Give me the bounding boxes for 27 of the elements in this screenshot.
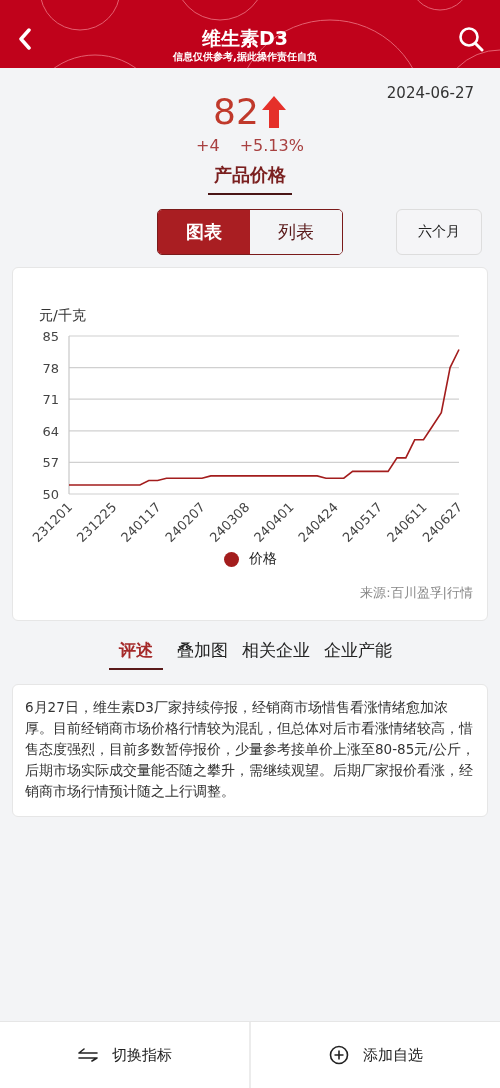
tab[interactable]: 企业产能 [323, 639, 392, 670]
y-tick-label: 71 [42, 392, 59, 408]
period-button[interactable]: 六个月 [396, 209, 482, 255]
change-value: +4 [196, 136, 220, 155]
disclaimer-text: 信息仅供参考,据此操作责任自负 [173, 50, 317, 64]
page-title: 维生素D3 [202, 26, 288, 50]
section-title: 产品价格 [208, 163, 292, 195]
tab[interactable]: 相关企业 [241, 639, 310, 670]
change-percent: +5.13% [239, 136, 304, 155]
y-tick-label: 50 [42, 487, 59, 502]
legend-label: 价格 [248, 550, 277, 568]
back-icon[interactable] [18, 28, 32, 50]
tab[interactable]: 评述 [108, 639, 163, 670]
view-tab[interactable]: 图表 [158, 210, 250, 254]
y-tick-label: 85 [42, 329, 59, 344]
add-circle-icon [328, 1045, 349, 1065]
y-tick-label: 78 [42, 360, 59, 376]
y-tick-label: 64 [42, 423, 59, 439]
y-tick-label: 57 [42, 455, 59, 471]
swap-arrows-icon [77, 1048, 98, 1062]
search-icon[interactable] [458, 26, 484, 52]
price-value: 82 [213, 90, 259, 134]
date-text: 2024-06-27 [386, 84, 474, 102]
source-text: 来源:百川盈孚|行情 [360, 584, 473, 602]
commentary-text: 6月27日，维生素D3厂家持续停报，经销商市场惜售看涨情绪愈加浓厚。目前经销商市场价格行情较为混乱，但总体对后市看涨情绪较高，惜售态度强烈，目前多数暂停报价，少量参考接单价上涨至80-85元/公斤，后期市场实际成交量能否随之攀升，需继续观望。后期厂家报价看涨，经销商市场行情预计随之上行调整。 [25, 698, 475, 801]
tab[interactable]: 叠加图 [176, 639, 228, 670]
axis-unit-label: 元/千克 [39, 307, 86, 323]
